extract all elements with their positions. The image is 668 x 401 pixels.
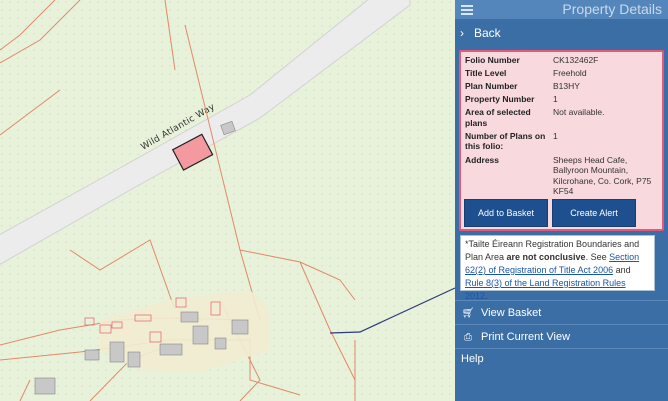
detail-value: Freehold — [553, 68, 587, 79]
add-to-basket-button[interactable]: Add to Basket — [464, 199, 548, 227]
rule-8-link[interactable]: Rule 8(3) of the Land Registration Rules… — [465, 278, 626, 301]
detail-key: Number of Plans on this folio: — [465, 130, 546, 152]
view-basket-item[interactable]: 🛒︎ View Basket — [455, 302, 668, 324]
detail-value: Not available. — [553, 107, 605, 118]
detail-key: Address — [465, 154, 500, 165]
detail-value: 1 — [553, 94, 558, 105]
chevron-right-icon: › — [460, 25, 464, 40]
disclaimer-bold: are not conclusive — [506, 252, 586, 262]
property-details-card: Folio Number CK132462F Title Level Freeh… — [459, 50, 664, 231]
detail-key: Title Level — [465, 68, 507, 79]
divider — [455, 324, 668, 325]
detail-row-property-number: Property Number 1 — [465, 94, 660, 105]
detail-value: CK132462F — [553, 55, 599, 65]
disclaimer-text: . See — [585, 252, 610, 262]
detail-key: Property Number — [465, 94, 535, 105]
print-view-item[interactable]: ⎙ Print Current View — [455, 326, 668, 348]
back-label: Back — [474, 25, 501, 40]
print-view-label: Print Current View — [481, 331, 571, 343]
back-button[interactable]: › Back — [455, 19, 668, 46]
property-details-panel: Property Details › Back Folio Number CK1… — [455, 0, 668, 401]
detail-key: Area of selected plans — [465, 107, 531, 128]
view-basket-label: View Basket — [481, 307, 542, 319]
detail-row-area: Area of selected plans Not available. — [465, 107, 660, 128]
detail-value: Sheeps Head Cafe, Ballyroon Mountain, Ki… — [553, 154, 652, 197]
help-label: Help — [461, 353, 484, 365]
disclaimer-text: and — [613, 265, 631, 275]
panel-header: Property Details — [455, 0, 668, 19]
detail-value: 1 — [553, 130, 558, 141]
divider — [455, 300, 668, 301]
detail-row-plan-count: Number of Plans on this folio: 1 — [465, 131, 660, 152]
disclaimer-note: *Tailte Éireann Registration Boundaries … — [460, 235, 655, 301]
detail-row-address: Address Sheeps Head Cafe, Ballyroon Moun… — [465, 155, 660, 197]
create-alert-button[interactable]: Create Alert — [552, 199, 636, 227]
cart-icon: 🛒︎ — [461, 307, 475, 319]
print-icon: ⎙ — [464, 331, 472, 343]
detail-row-title-level: Title Level Freehold — [465, 68, 660, 79]
map-canvas[interactable]: Wild Atlantic Way — [0, 0, 455, 401]
map-view[interactable]: Wild Atlantic Way — [0, 0, 455, 401]
detail-row-folio: Folio Number CK132462F — [465, 55, 660, 66]
hamburger-icon[interactable] — [461, 4, 473, 15]
detail-key: Folio Number — [465, 55, 520, 65]
panel-title: Property Details — [562, 1, 662, 17]
detail-row-plan-number: Plan Number B13HY — [465, 81, 660, 92]
help-item[interactable]: Help — [455, 348, 668, 370]
detail-key: Plan Number — [465, 81, 518, 92]
detail-value: B13HY — [553, 81, 580, 92]
